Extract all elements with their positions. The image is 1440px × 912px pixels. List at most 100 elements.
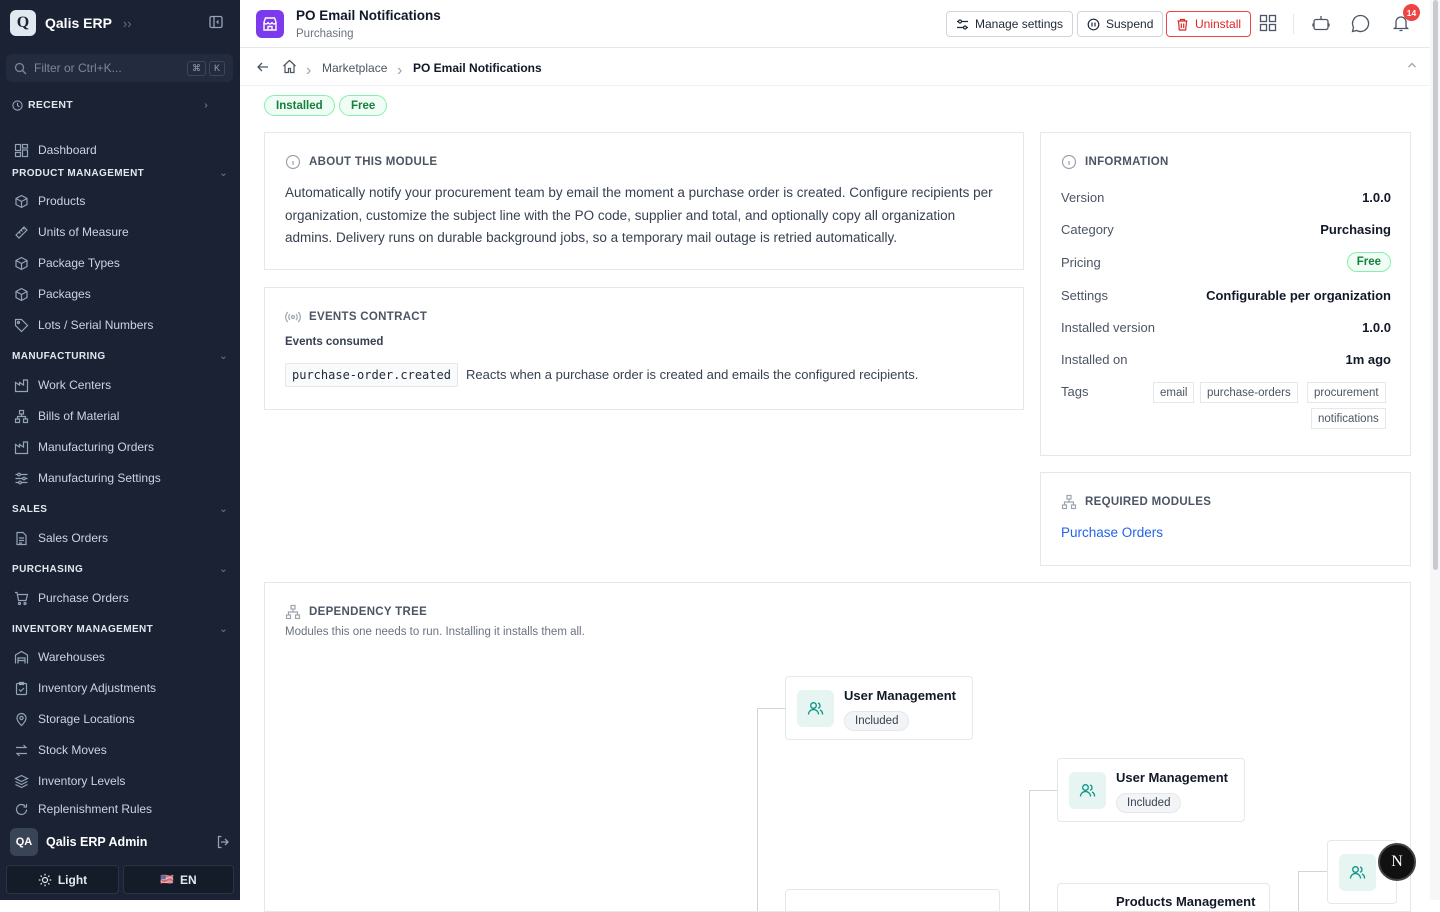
info-value: Purchasing	[1320, 221, 1391, 237]
suspend-label: Suspend	[1106, 17, 1154, 31]
app-logo: Q	[10, 10, 36, 36]
scrollbar-thumb[interactable]	[1433, 0, 1438, 570]
info-row-tags: Tags	[1061, 381, 1141, 401]
required-modules-title: REQUIRED MODULES	[1085, 496, 1212, 508]
uninstall-label: Uninstall	[1195, 17, 1242, 31]
section-title: INVENTORY MANAGEMENT	[12, 624, 154, 635]
sidebar-item-sales-orders[interactable]: Sales Orders	[14, 528, 108, 548]
info-key: Installed on	[1061, 351, 1128, 367]
about-text: Automatically notify your procurement te…	[285, 185, 993, 245]
info-key: Tags	[1061, 383, 1089, 399]
sidebar-item-label: Storage Locations	[38, 712, 135, 726]
sidebar-item-products[interactable]: Products	[14, 191, 85, 211]
box-icon	[15, 256, 28, 270]
arrows-swap-icon	[15, 744, 28, 756]
sidebar-item-manufacturing-settings[interactable]: Manufacturing Settings	[14, 468, 161, 488]
sidebar-collapse-icon[interactable]	[209, 15, 223, 29]
kbd-cmd: ⌘	[186, 60, 206, 76]
tree-connector	[1298, 871, 1299, 911]
sidebar-item-purchase-orders[interactable]: Purchase Orders	[14, 588, 129, 608]
sidebar-item-label: Products	[38, 194, 86, 208]
node-name: Products Management	[1116, 894, 1256, 909]
dependency-node[interactable]: Products Management	[1057, 883, 1270, 911]
sidebar-item-replenishment-rules[interactable]: Replenishment Rules	[14, 802, 152, 816]
sidebar-item-storage-locations[interactable]: Storage Locations	[14, 709, 135, 729]
logout-icon[interactable]	[216, 835, 230, 849]
section-manufacturing[interactable]: MANUFACTURING ⌄	[12, 351, 228, 362]
sidebar-filter-input[interactable]: Filter or Ctrl+K... ⌘ K	[6, 54, 233, 82]
cart-icon	[15, 591, 29, 605]
sidebar-item-manufacturing-orders[interactable]: Manufacturing Orders	[14, 437, 154, 457]
required-modules-header: REQUIRED MODULES	[1061, 494, 1211, 510]
sidebar-item-inventory-adjustments[interactable]: Inventory Adjustments	[14, 678, 156, 698]
factory-icon	[14, 378, 29, 392]
sidebar-item-bills-of-material[interactable]: Bills of Material	[14, 406, 119, 426]
sidebar-item-work-centers[interactable]: Work Centers	[14, 375, 111, 395]
sidebar-item-stock-moves[interactable]: Stock Moves	[14, 740, 107, 760]
sidebar-item-inventory-levels[interactable]: Inventory Levels	[14, 771, 125, 791]
breadcrumb-marketplace[interactable]: Marketplace	[322, 61, 387, 75]
manage-settings-button[interactable]: Manage settings	[946, 11, 1074, 37]
sidebar-item-package-types[interactable]: Package Types	[14, 253, 120, 273]
chevron-down-icon: ⌄	[219, 564, 228, 575]
grid-icon[interactable]	[1259, 14, 1277, 32]
section-sales[interactable]: SALES ⌄	[12, 504, 228, 515]
brand[interactable]: Q Qalis ERP ››	[10, 10, 132, 36]
dependency-node[interactable]: User Management Included	[785, 676, 973, 740]
uninstall-button[interactable]: Uninstall	[1166, 11, 1252, 37]
language-button[interactable]: 🇺🇸 EN	[123, 865, 234, 894]
flag-icon: 🇺🇸	[160, 874, 175, 886]
bot-icon[interactable]	[1312, 14, 1330, 32]
sidebar-item-dashboard[interactable]: Dashboard	[14, 140, 97, 160]
page-subtitle: Purchasing	[296, 28, 354, 40]
dependency-node[interactable]: User Management Included	[1057, 758, 1245, 822]
chat-icon[interactable]	[1351, 14, 1370, 33]
chevron-up-icon[interactable]	[1406, 59, 1418, 71]
suspend-button[interactable]: Suspend	[1077, 11, 1164, 37]
event-code: purchase-order.created	[285, 363, 458, 387]
floating-assistant-button[interactable]: N	[1378, 843, 1416, 881]
dependency-tree-title: DEPENDENCY TREE	[309, 606, 428, 618]
sidebar-item-label: Lots / Serial Numbers	[38, 318, 154, 332]
recent-toggle[interactable]: RECENT ›	[12, 99, 208, 111]
users-icon	[1069, 772, 1106, 809]
section-product-management[interactable]: PRODUCT MANAGEMENT ⌄	[12, 168, 228, 179]
user-menu[interactable]: QA Qalis ERP Admin	[10, 828, 230, 856]
hierarchy-icon	[285, 604, 301, 620]
info-key: Settings	[1061, 287, 1108, 303]
node-status: Included	[844, 711, 910, 731]
chevron-right-icon: ›	[204, 99, 208, 111]
section-purchasing[interactable]: PURCHASING ⌄	[12, 564, 228, 575]
node-name: User Management	[844, 688, 956, 703]
home-icon[interactable]	[282, 59, 297, 74]
sidebar-item-warehouses[interactable]: Warehouses	[14, 647, 105, 667]
back-arrow-icon[interactable]	[256, 60, 270, 74]
sliders-icon	[957, 18, 968, 30]
info-key: Pricing	[1061, 254, 1101, 270]
sidebar-item-units-of-measure[interactable]: Units of Measure	[14, 222, 129, 242]
theme-toggle-button[interactable]: Light	[6, 865, 119, 894]
pause-icon	[1087, 18, 1100, 30]
ruler-icon	[15, 225, 28, 239]
chevron-down-icon: ⌄	[219, 504, 228, 515]
tree-connector	[1029, 790, 1057, 791]
info-key: Category	[1061, 221, 1114, 237]
manage-settings-label: Manage settings	[975, 17, 1064, 31]
dependency-node[interactable]	[785, 889, 1000, 911]
section-inventory-management[interactable]: INVENTORY MANAGEMENT ⌄	[12, 624, 228, 635]
clipboard-check-icon	[15, 681, 28, 695]
sidebar-item-packages[interactable]: Packages	[14, 284, 91, 304]
language-label: EN	[180, 872, 197, 887]
info-value: 1m ago	[1345, 351, 1391, 367]
sidebar-item-lots[interactable]: Lots / Serial Numbers	[14, 315, 153, 335]
shortcut-hint: ⌘ K	[186, 60, 225, 76]
sliders-icon	[15, 472, 28, 484]
sidebar-item-label: Bills of Material	[38, 409, 120, 423]
tag-chip: email	[1153, 382, 1195, 403]
tree-connector	[1029, 790, 1030, 911]
hierarchy-icon	[14, 409, 29, 423]
theme-label: Light	[57, 872, 88, 887]
required-module-link[interactable]: Purchase Orders	[1061, 525, 1163, 540]
map-pin-icon	[16, 712, 27, 726]
chevron-right-icon: ››	[122, 15, 132, 31]
